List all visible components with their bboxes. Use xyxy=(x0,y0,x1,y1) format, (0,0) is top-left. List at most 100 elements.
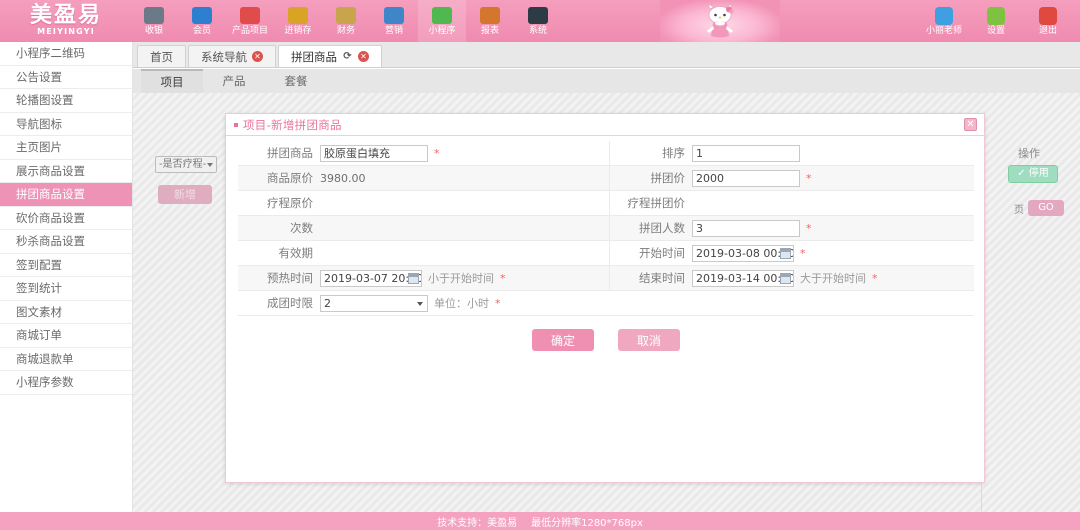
group-deadline-select[interactable]: 2 xyxy=(320,294,428,312)
group-price-input[interactable]: 2000 xyxy=(692,169,800,187)
start-time-input[interactable]: 2019-03-08 00:00 xyxy=(692,244,794,262)
sidebar-item-图文素材[interactable]: 图文素材 xyxy=(0,301,132,324)
sub-tab-strip: 项目 产品 套餐 xyxy=(133,69,1080,93)
subtab-套餐[interactable]: 套餐 xyxy=(265,69,327,93)
preheat-time-input[interactable]: 2019-03-07 20:00 xyxy=(320,269,422,287)
required-mark: * xyxy=(872,271,878,285)
bullet-icon xyxy=(234,122,238,127)
top-navigation-bar: 美盈易 MEIYINGYI 收银 会员 产品项目 进销存 财务 营销 小程序 报表 系统 小丽老… xyxy=(0,0,1080,42)
subtab-项目[interactable]: 项目 xyxy=(141,69,203,93)
sidebar-item-商城订单[interactable]: 商城订单 xyxy=(0,324,132,348)
check-icon: ✓ xyxy=(1017,168,1029,179)
cancel-button[interactable]: 取消 xyxy=(618,329,680,351)
refresh-icon[interactable]: ⟳ xyxy=(342,51,353,62)
brand-logo[interactable]: 美盈易 MEIYINGYI xyxy=(10,2,122,40)
content-area: 首页 系统导航 ✕ 拼团商品 ⟳ ✕ 项目 产品 套餐 -是否疗程- 新增 操作 ✓ 停用 页… xyxy=(133,42,1080,525)
nav-item-label: 报表 xyxy=(480,26,499,36)
calendar-icon[interactable] xyxy=(780,272,791,284)
sort-input[interactable]: 1 xyxy=(692,144,800,162)
tab-首页[interactable]: 首页 xyxy=(137,45,186,67)
sidebar-item-小程序参数[interactable]: 小程序参数 xyxy=(0,371,132,395)
original-price-label: 商品原价 xyxy=(267,171,313,185)
disable-button-label: 停用 xyxy=(1028,168,1049,179)
calendar-icon[interactable] xyxy=(780,247,791,259)
sidebar-item-拼团商品设置[interactable]: 拼团商品设置 xyxy=(0,183,132,207)
required-mark: * xyxy=(806,171,812,185)
user-action-退出[interactable]: 退出 xyxy=(1022,0,1074,42)
sidebar-item-公告设置[interactable]: 公告设置 xyxy=(0,66,132,89)
dialog-actions: 确定 取消 xyxy=(226,329,986,351)
report-icon xyxy=(480,7,500,24)
preheat-time-hint: 小于开始时间 xyxy=(428,272,494,285)
sidebar-item-导航图标[interactable]: 导航图标 xyxy=(0,113,132,136)
sidebar-item-秒杀商品设置[interactable]: 秒杀商品设置 xyxy=(0,230,132,254)
go-button[interactable]: GO xyxy=(1028,200,1064,216)
form-row: 疗程原价 疗程拼团价 xyxy=(238,190,974,216)
tab-系统导航[interactable]: 系统导航 ✕ xyxy=(188,45,276,67)
nav-item-label: 会员 xyxy=(192,26,211,36)
nav-item-收银[interactable]: 收银 xyxy=(130,0,178,42)
page-label: 页 xyxy=(1014,204,1024,216)
sidebar-item-展示商品设置[interactable]: 展示商品设置 xyxy=(0,160,132,183)
sidebar-item-签到配置[interactable]: 签到配置 xyxy=(0,254,132,277)
required-mark: * xyxy=(500,271,506,285)
chevron-down-icon xyxy=(417,301,423,306)
brand-name-en: MEIYINGYI xyxy=(37,27,95,36)
sidebar-item-轮播图设置[interactable]: 轮播图设置 xyxy=(0,89,132,113)
user-action-设置[interactable]: 设置 xyxy=(970,0,1022,42)
field-course-group-price: 疗程拼团价 xyxy=(610,191,974,216)
close-icon[interactable]: ✕ xyxy=(252,51,263,62)
subtab-产品[interactable]: 产品 xyxy=(203,69,265,93)
add-button[interactable]: 新增 xyxy=(158,185,212,204)
nav-item-label: 小程序 xyxy=(428,26,456,36)
nav-item-小程序[interactable]: 小程序 xyxy=(418,0,466,42)
sidebar-item-商城退款单[interactable]: 商城退款单 xyxy=(0,348,132,371)
tab-拼团商品[interactable]: 拼团商品 ⟳ ✕ xyxy=(278,45,382,67)
nav-item-会员[interactable]: 会员 xyxy=(178,0,226,42)
tab-strip: 首页 系统导航 ✕ 拼团商品 ⟳ ✕ xyxy=(133,42,1080,68)
nav-item-label: 产品项目 xyxy=(231,26,268,36)
course-type-filter-select[interactable]: -是否疗程- xyxy=(155,156,217,173)
nav-item-营销[interactable]: 营销 xyxy=(370,0,418,42)
nav-item-系统[interactable]: 系统 xyxy=(514,0,562,42)
sidebar-item-砍价商品设置[interactable]: 砍价商品设置 xyxy=(0,207,132,230)
inventory-icon xyxy=(288,7,308,24)
required-mark: * xyxy=(495,296,501,310)
calendar-icon[interactable] xyxy=(408,272,419,284)
marketing-icon xyxy=(384,7,404,24)
people-count-input[interactable]: 3 xyxy=(692,219,800,237)
field-course-original-price: 疗程原价 xyxy=(238,190,610,216)
field-group-price: 拼团价 2000 * xyxy=(610,166,974,191)
member-icon xyxy=(192,7,212,24)
chevron-down-icon xyxy=(207,163,213,167)
field-times: 次数 xyxy=(238,215,610,241)
sidebar-item-小程序二维码[interactable]: 小程序二维码 xyxy=(0,42,132,66)
tab-label: 拼团商品 xyxy=(291,49,337,64)
form-row: 次数 拼团人数 3 * xyxy=(238,215,974,241)
end-time-label: 结束时间 xyxy=(639,271,685,285)
tab-label: 首页 xyxy=(150,49,173,64)
user-action-小丽老师[interactable]: 小丽老师 xyxy=(918,0,970,42)
field-original-price: 商品原价 3980.00 xyxy=(238,165,610,191)
nav-item-财务[interactable]: 财务 xyxy=(322,0,370,42)
sidebar-item-签到统计[interactable]: 签到统计 xyxy=(0,277,132,301)
dialog-form: 拼团商品 胶原蛋白填充 * 排序 1 商品原价 3980.00 拼团价 2000… xyxy=(238,140,974,316)
field-sort: 排序 1 xyxy=(610,141,974,166)
nav-item-报表[interactable]: 报表 xyxy=(466,0,514,42)
disable-button[interactable]: ✓ 停用 xyxy=(1008,165,1058,183)
close-icon[interactable]: ✕ xyxy=(964,118,977,131)
hello-kitty-mascot-icon xyxy=(707,3,734,38)
user-action-label: 小丽老师 xyxy=(925,26,962,36)
footer-support-text: 技术支持：美盈易 xyxy=(437,517,518,529)
nav-item-label: 营销 xyxy=(384,26,403,36)
confirm-button[interactable]: 确定 xyxy=(532,329,594,351)
sidebar-item-主页图片[interactable]: 主页图片 xyxy=(0,136,132,160)
product-input[interactable]: 胶原蛋白填充 xyxy=(320,144,428,162)
nav-item-产品项目[interactable]: 产品项目 xyxy=(226,0,274,42)
nav-item-进销存[interactable]: 进销存 xyxy=(274,0,322,42)
close-icon[interactable]: ✕ xyxy=(358,51,369,62)
validity-label: 有效期 xyxy=(278,246,314,260)
end-time-input[interactable]: 2019-03-14 00:00 xyxy=(692,269,794,287)
system-icon xyxy=(528,7,548,24)
finance-icon xyxy=(336,7,356,24)
